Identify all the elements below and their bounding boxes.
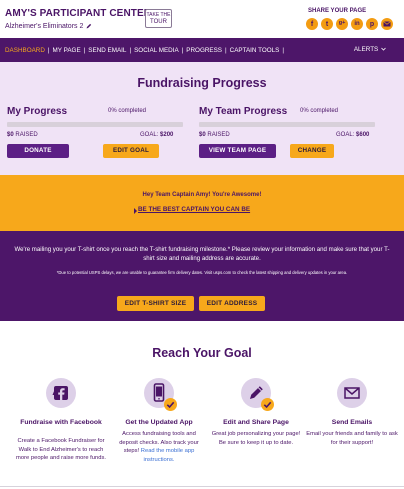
email-icon[interactable] — [381, 18, 393, 30]
nav-my-page[interactable]: MY PAGE — [53, 47, 81, 54]
reach-your-goal-title: Reach Your Goal — [152, 346, 252, 360]
twitter-icon[interactable]: t — [321, 18, 333, 30]
team-progress-bar — [199, 122, 375, 127]
facebook-icon[interactable]: f — [306, 18, 318, 30]
main-nav: DASHBOARD | MY PAGE | SEND EMAIL | SOCIA… — [0, 38, 404, 62]
card-title: Fundraise with Facebook — [20, 419, 102, 426]
fundraising-progress-section: Fundraising Progress My Progress 0% comp… — [0, 62, 404, 175]
team-raised-label: RAISED — [207, 132, 230, 138]
tour-line-1: TAKE THE — [146, 12, 171, 18]
my-goal-amount: $200 — [160, 132, 174, 138]
team-progress-percent: 0% completed — [300, 108, 339, 114]
nav-social-media[interactable]: SOCIAL MEDIA — [134, 47, 179, 54]
team-goal-label: GOAL: — [336, 132, 355, 138]
card-text: Access fundraising tools and deposit che… — [113, 430, 205, 464]
nav-send-email[interactable]: SEND EMAIL — [88, 47, 126, 54]
checkmark-icon — [261, 398, 274, 411]
nav-separator: | — [181, 46, 184, 54]
card-title: Send Emails — [331, 419, 373, 426]
nav-separator: | — [282, 46, 284, 54]
pinterest-icon[interactable]: p — [366, 18, 378, 30]
header: AMY'S PARTICIPANT CENTER Alzheimer's Eli… — [0, 0, 404, 38]
tour-line-2: TOUR — [150, 19, 167, 25]
mobile-app-instructions-link[interactable]: Read the mobile app instructions. — [141, 448, 195, 463]
tshirt-info-section: We're mailing you your T-shirt once you … — [0, 231, 404, 321]
pencil-icon — [241, 378, 274, 411]
usps-delay-note: *Due to potential USPS delays, we are un… — [56, 270, 348, 275]
nav-separator: | — [129, 46, 132, 54]
nav-alerts[interactable]: ALERTS — [354, 46, 386, 53]
take-tour-button[interactable]: TAKE THE TOUR — [145, 9, 172, 28]
team-progress-amounts: $0 RAISED GOAL: $600 — [199, 132, 384, 138]
my-progress-bar — [7, 122, 183, 127]
card-text: Email your friends and family to ask for… — [306, 431, 398, 446]
card-text: Great job personalizing your page! Be su… — [211, 431, 301, 446]
edit-pencil-icon[interactable] — [86, 23, 92, 29]
team-goal-amount: $600 — [356, 132, 370, 138]
my-progress-heading: My Progress — [7, 106, 68, 117]
my-progress-percent: 0% completed — [108, 108, 147, 114]
participant-center-title: AMY'S PARTICIPANT CENTER — [5, 8, 152, 19]
my-progress-panel: My Progress 0% completed $0 RAISED GOAL:… — [7, 106, 192, 158]
nav-separator: | — [83, 46, 86, 54]
team-name[interactable]: Alzheimer's Eliminators 2 — [5, 23, 92, 30]
chevron-down-icon — [381, 47, 386, 51]
my-raised-amount: $0 — [7, 132, 14, 138]
captain-message: Hey Team Captain Amy! You're Awesome! — [142, 192, 262, 198]
tshirt-info-text: We're mailing you your T-shirt once you … — [14, 246, 390, 262]
card-text: Create a Facebook Fundraiser for Walk to… — [16, 438, 106, 461]
best-captain-link[interactable]: BE THE BEST CAPTAIN YOU CAN BE — [138, 206, 250, 213]
change-team-goal-button[interactable]: CHANGE — [290, 144, 334, 158]
my-progress-amounts: $0 RAISED GOAL: $200 — [7, 132, 192, 138]
card-title: Get the Updated App — [125, 419, 193, 426]
my-goal-label: GOAL: — [140, 132, 159, 138]
edit-goal-button[interactable]: EDIT GOAL — [103, 144, 159, 158]
arrow-right-icon — [134, 208, 137, 214]
team-captain-banner: Hey Team Captain Amy! You're Awesome! BE… — [0, 175, 404, 231]
nav-separator: | — [225, 46, 227, 54]
team-raised-amount: $0 — [199, 132, 206, 138]
edit-address-button[interactable]: EDIT ADDRESS — [199, 296, 265, 311]
view-team-page-button[interactable]: VIEW TEAM PAGE — [199, 144, 276, 158]
card-title: Edit and Share Page — [223, 419, 289, 426]
divider — [0, 486, 404, 487]
share-label: SHARE YOUR PAGE — [308, 8, 367, 14]
envelope-icon — [337, 378, 367, 408]
nav-progress[interactable]: PROGRESS — [186, 47, 222, 54]
donate-button[interactable]: DONATE — [7, 144, 69, 158]
mobile-app-icon — [144, 378, 177, 411]
linkedin-icon[interactable]: in — [351, 18, 363, 30]
checkmark-icon — [164, 398, 177, 411]
facebook-icon — [46, 378, 76, 408]
my-raised-label: RAISED — [15, 132, 38, 138]
alerts-label: ALERTS — [353, 46, 379, 53]
social-share-icons: f t g+ in p — [306, 18, 393, 30]
edit-tshirt-size-button[interactable]: EDIT T-SHIRT SIZE — [117, 296, 194, 311]
team-progress-panel: My Team Progress 0% completed $0 RAISED … — [199, 106, 384, 158]
fundraising-progress-title: Fundraising Progress — [137, 76, 267, 90]
nav-separator: | — [47, 46, 50, 54]
team-progress-heading: My Team Progress — [199, 106, 288, 117]
google-plus-icon[interactable]: g+ — [336, 18, 348, 30]
nav-dashboard[interactable]: DASHBOARD — [5, 47, 45, 54]
nav-captain-tools[interactable]: CAPTAIN TOOLS — [230, 47, 280, 54]
team-name-label: Alzheimer's Eliminators 2 — [5, 23, 84, 30]
